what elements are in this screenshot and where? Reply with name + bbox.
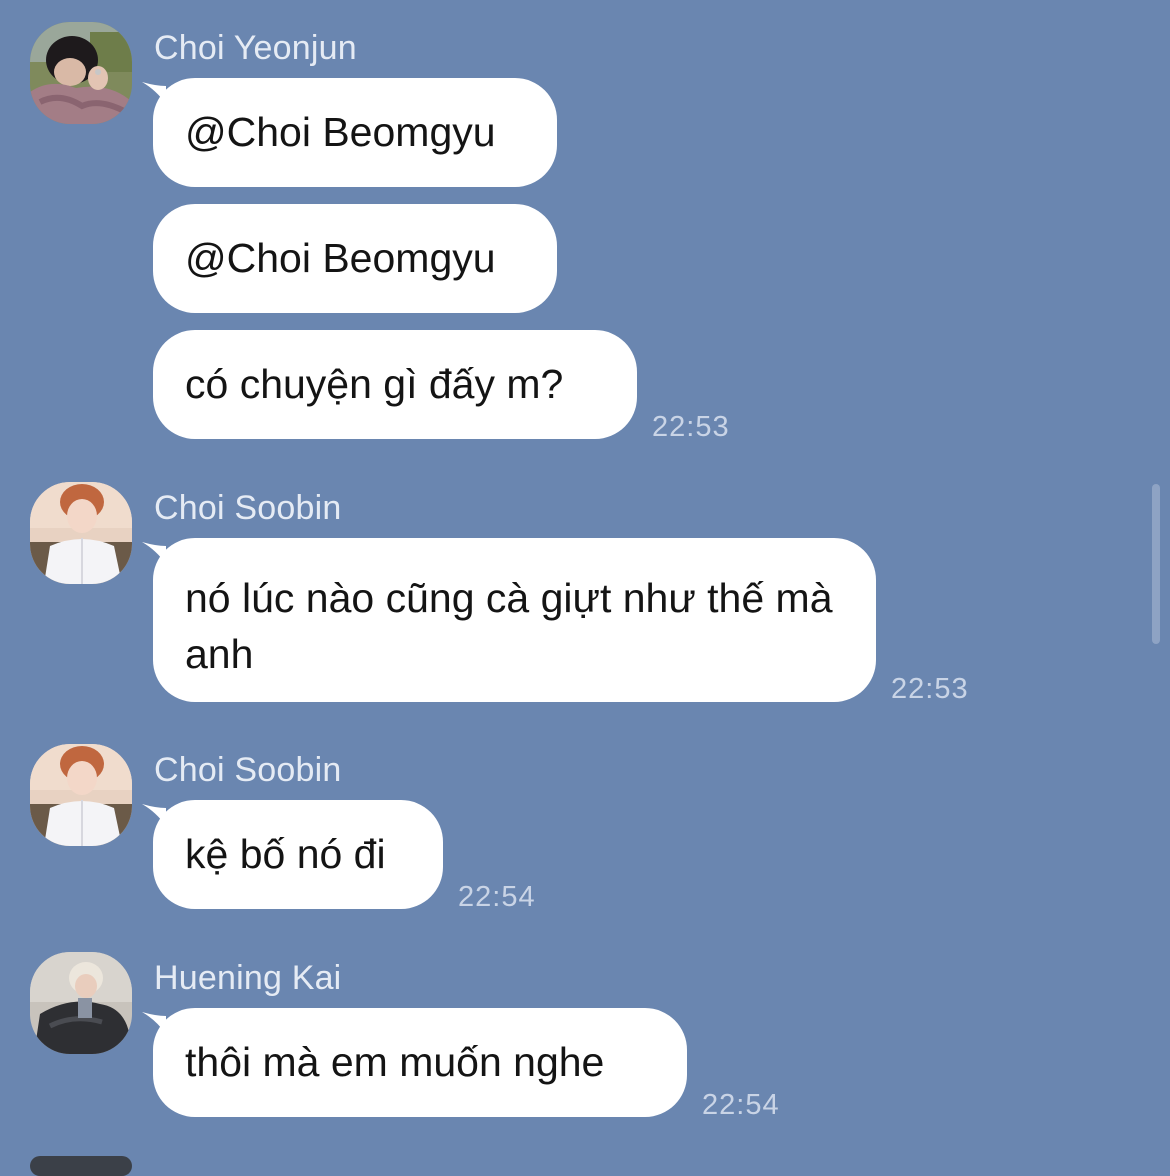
message-text: @Choi Beomgyu <box>185 235 496 281</box>
sender-name: Choi Soobin <box>154 751 342 789</box>
message-timestamp: 22:54 <box>702 1089 780 1121</box>
message-bubble[interactable]: nó lúc nào cũng cà giựt như thế mà anh <box>153 538 876 702</box>
message-text: nó lúc nào cũng cà giựt như thế mà anh <box>185 575 833 677</box>
message-bubble[interactable]: thôi mà em muốn nghe <box>153 1008 687 1117</box>
message-text: @Choi Beomgyu <box>185 109 496 155</box>
scrollbar-thumb[interactable] <box>1152 484 1160 644</box>
message-timestamp: 22:53 <box>891 673 969 705</box>
message-timestamp: 22:54 <box>458 881 536 913</box>
avatar-partial <box>30 1156 132 1176</box>
avatar-soobin-icon[interactable] <box>30 482 132 584</box>
message-bubble[interactable]: @Choi Beomgyu <box>153 204 557 313</box>
sender-name: Huening Kai <box>154 959 342 997</box>
sender-name: Choi Soobin <box>154 489 342 527</box>
message-text: thôi mà em muốn nghe <box>185 1039 605 1085</box>
sender-name: Choi Yeonjun <box>154 29 357 67</box>
avatar-soobin-icon[interactable] <box>30 744 132 846</box>
message-bubble[interactable]: @Choi Beomgyu <box>153 78 557 187</box>
avatar-kai-icon[interactable] <box>30 952 132 1054</box>
avatar-yeonjun-icon[interactable] <box>30 22 132 124</box>
message-bubble[interactable]: có chuyện gì đấy m? <box>153 330 637 439</box>
message-text: kệ bố nó đi <box>185 831 386 877</box>
message-timestamp: 22:53 <box>652 411 730 443</box>
message-bubble[interactable]: kệ bố nó đi <box>153 800 443 909</box>
message-text: có chuyện gì đấy m? <box>185 361 564 407</box>
